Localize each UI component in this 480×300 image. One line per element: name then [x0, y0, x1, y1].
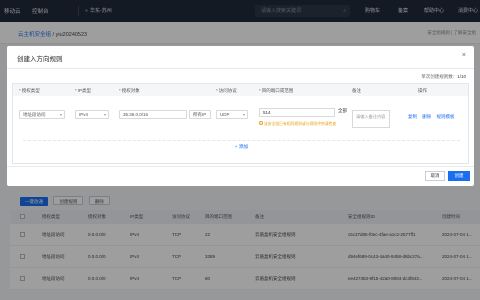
- port-value: 514: [263, 110, 271, 115]
- object-kind-value: 所有IP: [193, 112, 207, 117]
- hdr-ip-type: *IP类型: [75, 87, 92, 93]
- close-icon[interactable]: ×: [462, 52, 466, 59]
- all-ports-button[interactable]: 全部: [338, 108, 347, 114]
- object-kind-select[interactable]: 所有IP: [189, 110, 211, 119]
- cancel-button[interactable]: 取消: [425, 171, 445, 181]
- warning-text: 该安全组已有相同规则或与规则冲突请检查: [264, 122, 337, 126]
- add-rule-button[interactable]: + 添加: [23, 140, 460, 150]
- create-inbound-rule-dialog: 创建入方向规则 × 单次创建规则数：1/10 *授权类型 *IP类型 *授权对象…: [7, 46, 474, 186]
- rule-editor-header: *授权类型 *IP类型 *授权对象 *访问协议 *目的端口或范围 备注 操作: [13, 84, 468, 96]
- create-button[interactable]: 创建: [448, 171, 470, 181]
- hdr-protocol: *访问协议: [216, 87, 237, 93]
- rule-conflict-warning: 该安全组已有相同规则或与规则冲突请检查: [259, 121, 339, 127]
- dialog-title: 创建入方向规则: [17, 56, 63, 63]
- rule-editor-table: *授权类型 *IP类型 *授权对象 *访问协议 *目的端口或范围 备注 操作 地…: [12, 83, 469, 164]
- dialog-footer-divider: [7, 166, 474, 167]
- chevron-down-icon: ▾: [59, 112, 62, 117]
- row-actions: 复制 删除 规则模板: [408, 114, 459, 120]
- hdr-auth-object: *授权对象: [119, 87, 140, 93]
- delete-rule-link[interactable]: 删除: [422, 114, 431, 119]
- port-range-input[interactable]: 514: [259, 108, 335, 117]
- hdr-port-range: *目的端口或范围: [259, 87, 294, 93]
- remark-textarea[interactable]: 请输入备注内容: [352, 110, 390, 128]
- protocol-value: UDP: [220, 112, 230, 117]
- rule-template-link[interactable]: 规则模板: [437, 114, 455, 119]
- auth-type-select[interactable]: 地址段访问 ▾: [19, 110, 65, 119]
- rule-quota: 单次创建规则数：1/10: [421, 74, 466, 80]
- hdr-actions: 操作: [418, 87, 427, 93]
- auth-type-value: 地址段访问: [23, 112, 46, 117]
- warning-icon: [259, 121, 263, 125]
- ip-type-select[interactable]: IPv4 ▾: [75, 110, 109, 119]
- protocol-select[interactable]: UDP ▾: [216, 110, 248, 119]
- hdr-remark: 备注: [352, 87, 361, 93]
- quota-label: 单次创建规则数：: [421, 74, 458, 79]
- chevron-down-icon: ▾: [242, 112, 245, 117]
- chevron-down-icon: ▾: [103, 112, 106, 117]
- hdr-auth-type: *授权类型: [19, 87, 40, 93]
- dialog-divider: [7, 68, 474, 69]
- quota-value: 1/10: [457, 74, 466, 79]
- auth-object-input[interactable]: 36.36.0.0/16: [119, 110, 187, 119]
- ip-type-value: IPv4: [79, 112, 89, 117]
- auth-object-value: 36.36.0.0/16: [123, 112, 149, 117]
- copy-rule-link[interactable]: 复制: [408, 114, 417, 119]
- remark-placeholder: 请输入备注内容: [356, 114, 386, 119]
